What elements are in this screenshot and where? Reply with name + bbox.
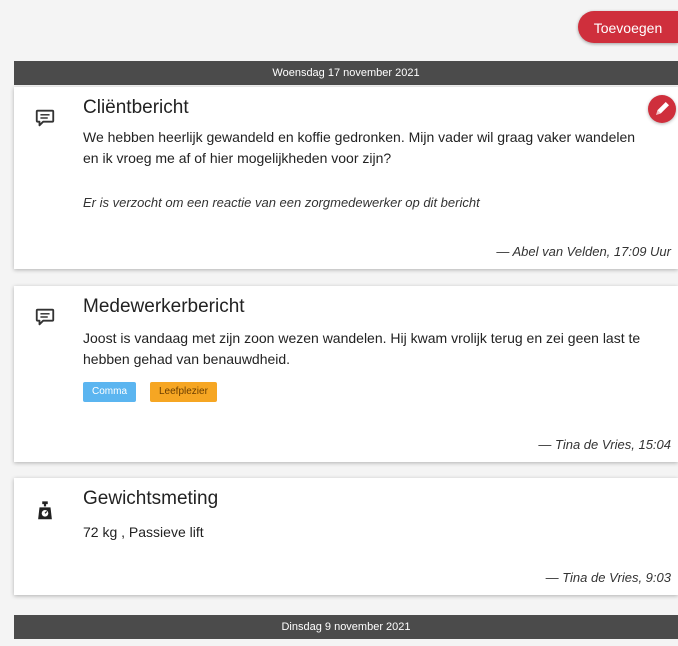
card-text: Joost is vandaag met zijn zoon wezen wan… xyxy=(83,330,641,367)
chat-bubble-icon xyxy=(35,109,55,127)
reaction-request-note: Er is verzocht om een reactie van een zo… xyxy=(83,195,480,210)
card-title: Gewichtsmeting xyxy=(83,488,219,509)
pencil-icon xyxy=(656,102,669,115)
card-title: Medewerkerbericht xyxy=(83,296,245,317)
card-text: We hebben heerlijk gewandeld en koffie g… xyxy=(83,129,636,166)
card-author: — Tina de Vries, 15:04 xyxy=(538,437,671,452)
chat-bubble-icon xyxy=(35,308,55,326)
card-author: — Tina de Vries, 9:03 xyxy=(545,570,671,585)
edit-button[interactable] xyxy=(648,95,676,123)
tag-comma[interactable]: Comma xyxy=(83,382,137,402)
date-header: Dinsdag 9 november 2021 xyxy=(14,615,678,639)
add-button[interactable]: Toevoegen xyxy=(578,11,678,43)
card-author: — Abel van Velden, 17:09 Uur xyxy=(496,244,671,259)
client-message-card[interactable]: Cliëntbericht We hebben heerlijk gewande… xyxy=(14,87,678,269)
card-title: Cliëntbericht xyxy=(83,97,189,118)
card-text: 72 kg , Passieve lift xyxy=(83,524,204,540)
date-header: Woensdag 17 november 2021 xyxy=(14,61,678,85)
weight-measurement-card[interactable]: Gewichtsmeting 72 kg , Passieve lift — T… xyxy=(14,478,678,595)
weight-scale-icon xyxy=(38,501,52,520)
tag-leefplezier[interactable]: Leefplezier xyxy=(150,382,217,402)
employee-message-card[interactable]: Medewerkerbericht Joost is vandaag met z… xyxy=(14,286,678,462)
